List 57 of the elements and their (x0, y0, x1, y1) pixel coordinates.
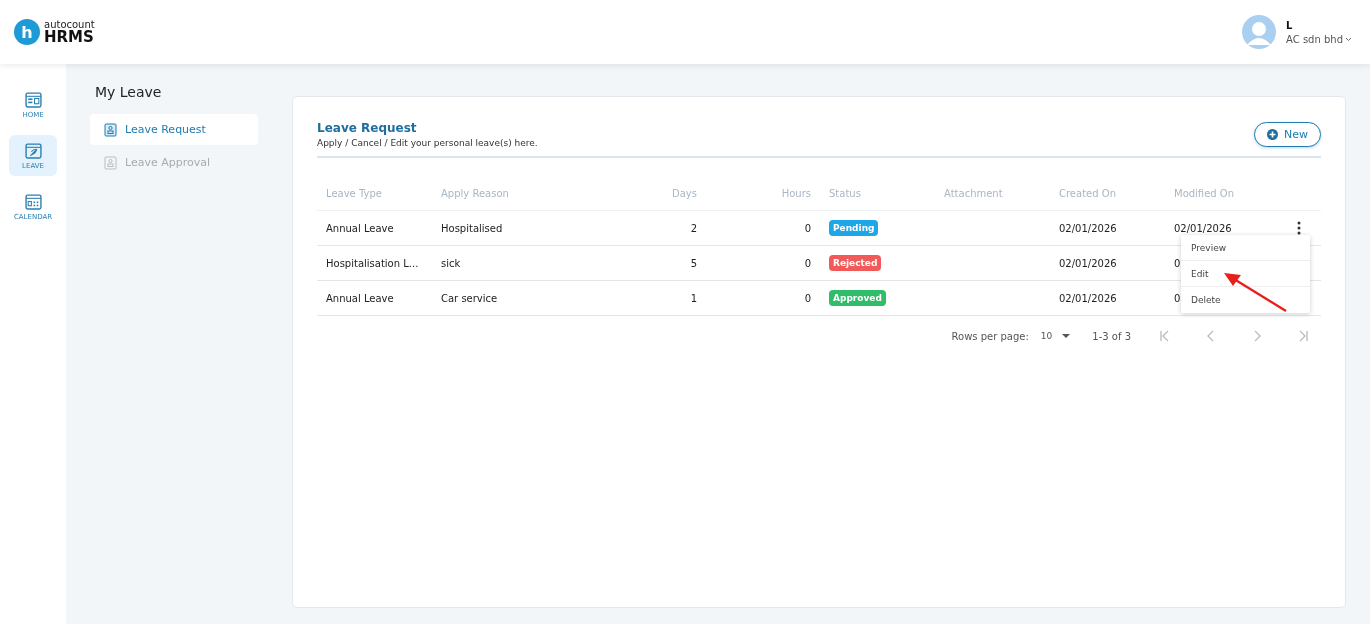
status-badge: Pending (829, 220, 879, 236)
logo-brand: autocount (44, 19, 95, 30)
table-cell: Annual Leave (326, 292, 394, 304)
rows-per-page-select[interactable]: 10 (1040, 331, 1071, 341)
page-title: My Leave (94, 83, 163, 102)
table-cell: 02/01/2026 (1059, 222, 1117, 234)
dashboard-icon (24, 90, 42, 108)
status-badge: Approved (829, 290, 886, 306)
status-badge: Rejected (829, 255, 882, 271)
plus-circle-icon (1267, 129, 1278, 140)
table-cell: 2 (690, 222, 697, 234)
table-cell: Hospitalisation L... (326, 257, 419, 269)
column-header: Apply Reason (440, 187, 510, 199)
arrow-annotation (1222, 271, 1288, 313)
rows-per-page-label: Rows per page: (951, 330, 1029, 342)
dropdown-caret-icon (1062, 334, 1071, 338)
company-selector[interactable]: AC sdn bhd (1286, 33, 1352, 45)
table-cell: 0 (1174, 257, 1181, 269)
table-cell: 02/01/2026 (1174, 222, 1232, 234)
table-cell: 5 (690, 257, 697, 269)
page-range: 1-3 of 3 (1092, 330, 1131, 342)
column-header: Status (828, 187, 862, 199)
card-title: Leave Request (317, 121, 418, 135)
table-cell: 1 (690, 292, 697, 304)
table-cell: 0 (804, 292, 811, 304)
avatar-icon[interactable] (1242, 15, 1277, 49)
column-header: Created On (1058, 187, 1117, 199)
table-cell: sick (441, 257, 461, 269)
table-cell: 0 (804, 257, 811, 269)
column-header: Leave Type (325, 187, 383, 199)
column-header: Modified On (1173, 187, 1236, 199)
last-page-icon[interactable] (1297, 330, 1309, 342)
column-header: Hours (780, 187, 812, 199)
more-icon[interactable] (1297, 221, 1301, 235)
user-name: L (1286, 19, 1294, 31)
calendar-icon (24, 192, 42, 210)
table-cell: Annual Leave (326, 222, 394, 234)
leaf-calendar-icon (24, 141, 42, 159)
table-cell: 0 (1174, 292, 1181, 304)
document-icon (104, 155, 117, 170)
column-header: Days (671, 187, 698, 199)
first-page-icon[interactable] (1159, 330, 1171, 342)
table-cell: Hospitalised (441, 222, 503, 234)
column-header: Attachment (943, 187, 1004, 199)
logo-mark: h (14, 19, 40, 45)
chevron-down-icon (1345, 36, 1352, 42)
new-button[interactable]: New (1254, 122, 1321, 147)
table-cell: 02/01/2026 (1059, 292, 1117, 304)
card-subtitle: Apply / Cancel / Edit your personal leave(s) here. (317, 138, 538, 148)
table-cell: Car service (441, 292, 498, 304)
table-cell: 02/01/2026 (1059, 257, 1117, 269)
submenu-item[interactable]: Leave Request (90, 114, 258, 145)
menu-item[interactable]: Delete (1181, 287, 1310, 313)
table-cell: 0 (804, 222, 811, 234)
logo-product: HRMS (44, 29, 94, 45)
menu-item[interactable]: Preview (1181, 235, 1310, 261)
document-icon (104, 122, 117, 137)
